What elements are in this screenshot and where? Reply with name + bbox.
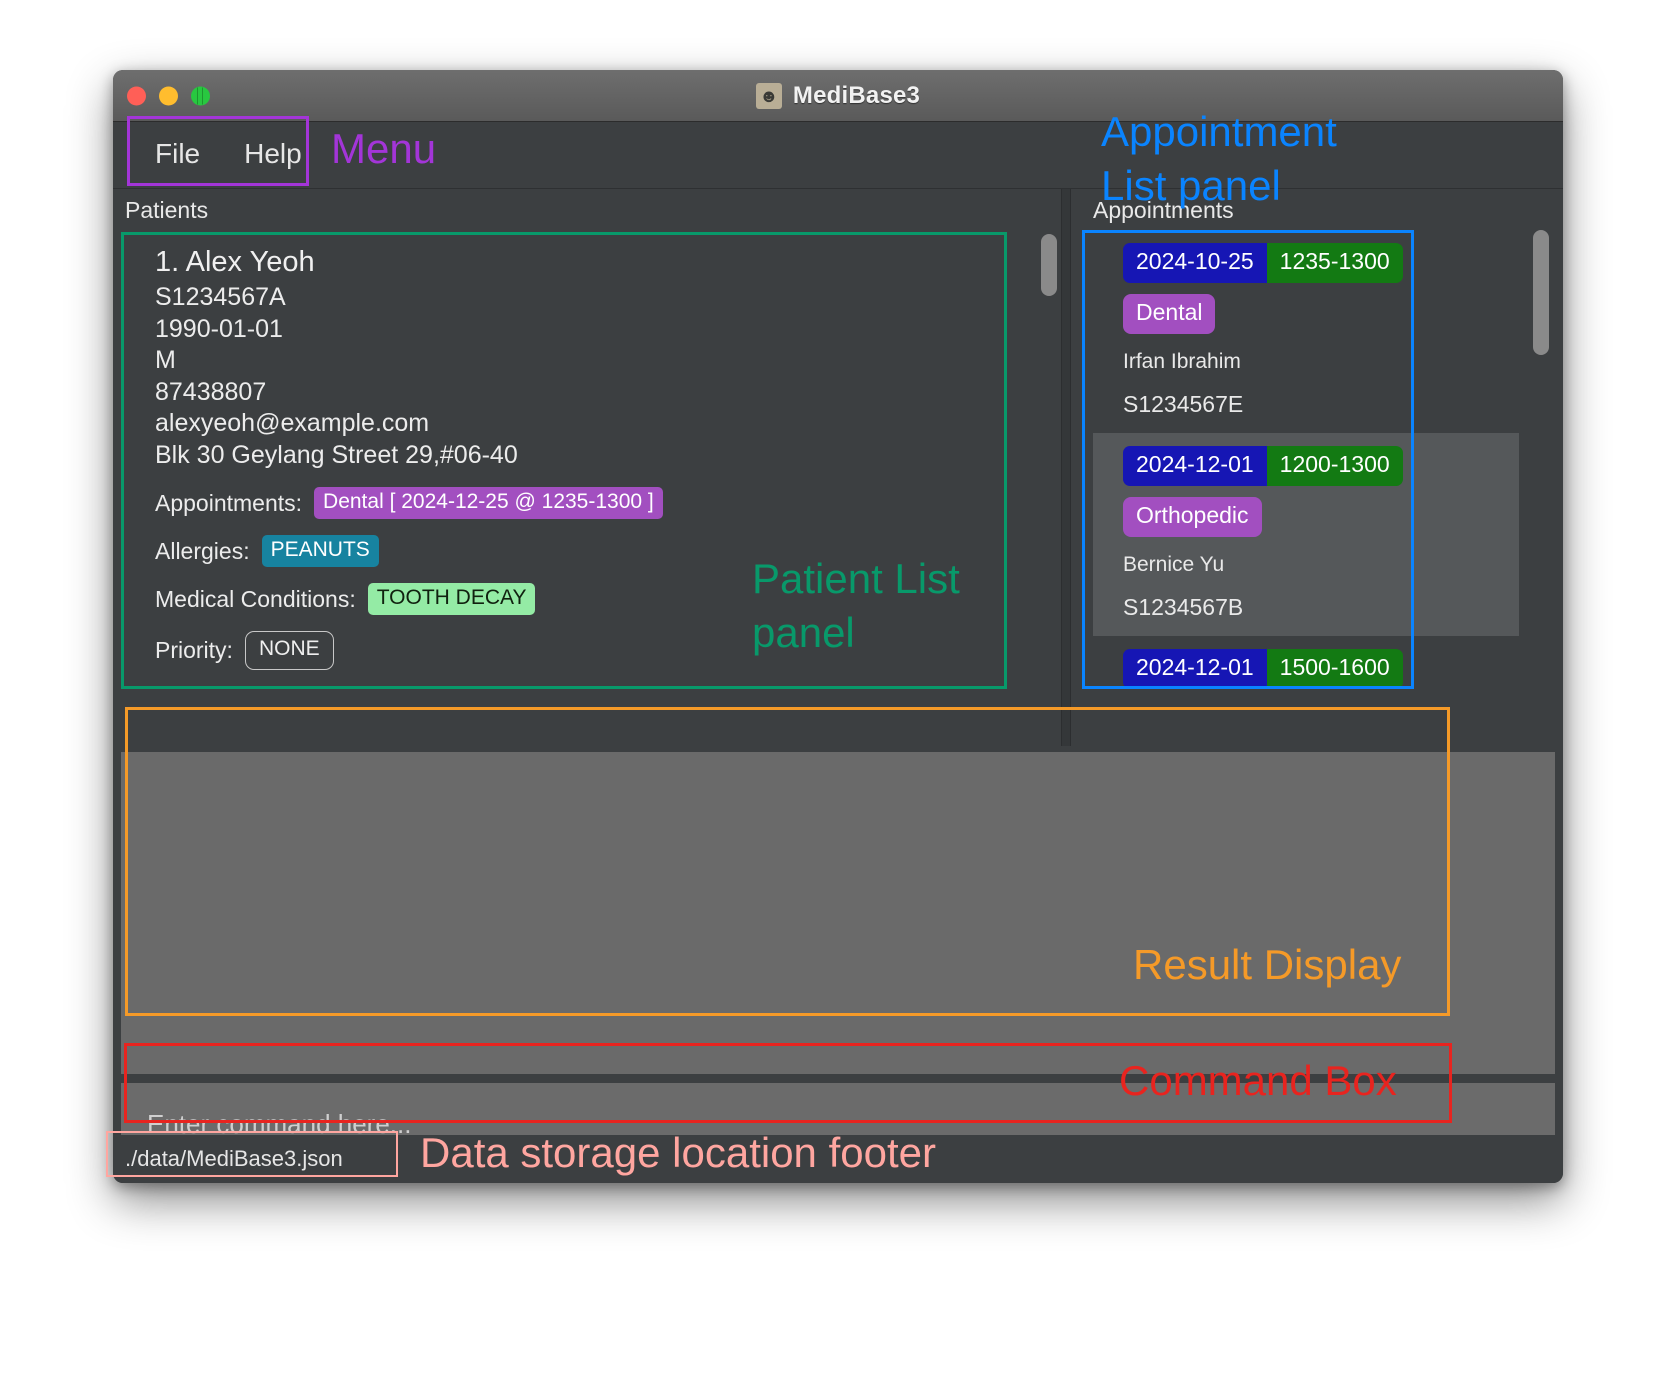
appointment-list-box[interactable]: 2024-10-25 1235-1300 Dental Irfan Ibrahi… bbox=[1093, 230, 1519, 693]
patient-list-box[interactable]: 1. Alex Yeoh S1234567A 1990-01-01 M 8743… bbox=[121, 230, 1021, 693]
allergy-chip: PEANUTS bbox=[261, 535, 379, 568]
appointment-items: 2024-10-25 1235-1300 Dental Irfan Ibrahi… bbox=[1093, 230, 1519, 693]
result-display bbox=[121, 752, 1555, 1074]
appointment-date-tag: 2024-12-01 bbox=[1123, 446, 1267, 486]
priority-chip: NONE bbox=[244, 631, 334, 670]
title-group: ☻ MediBase3 bbox=[755, 81, 921, 110]
menu-item-file[interactable]: File bbox=[133, 136, 222, 174]
appointment-nric: S1234567B bbox=[1123, 594, 1244, 620]
main-content: Patients 1. Alex Yeoh S1234567A 1990-01-… bbox=[113, 189, 1563, 746]
appointment-card[interactable]: 2024-12-01 1500-1600 bbox=[1093, 636, 1519, 693]
patient-priority-row: Priority: NONE bbox=[155, 631, 1021, 670]
patient-allergies-row: Allergies: PEANUTS bbox=[155, 535, 1021, 568]
priority-label: Priority: bbox=[155, 636, 233, 663]
appointments-label-header: Appointments bbox=[1093, 197, 1234, 223]
close-button[interactable] bbox=[127, 86, 146, 105]
appointment-card[interactable]: 2024-12-01 1200-1300 Orthopedic Bernice … bbox=[1093, 433, 1519, 636]
patient-phone: 87438807 bbox=[155, 377, 267, 406]
patients-label: Patients bbox=[125, 197, 209, 223]
patient-dob: 1990-01-01 bbox=[155, 314, 283, 343]
appointment-datetime-row: 2024-12-01 1200-1300 bbox=[1123, 446, 1519, 486]
appointment-date-tag: 2024-12-01 bbox=[1123, 649, 1267, 689]
status-footer: ./data/MediBase3.json bbox=[113, 1135, 1563, 1183]
menu-item-help[interactable]: Help bbox=[222, 136, 324, 174]
appointment-person: Irfan Ibrahim bbox=[1123, 350, 1241, 373]
appointment-list-panel: Appointments 2024-10-25 1235-1300 Dental… bbox=[1071, 189, 1563, 746]
patient-list-panel: Patients 1. Alex Yeoh S1234567A 1990-01-… bbox=[113, 189, 1061, 746]
patient-gender: M bbox=[155, 346, 176, 374]
window-controls bbox=[127, 86, 210, 105]
allergies-label: Allergies: bbox=[155, 537, 250, 564]
minimize-button[interactable] bbox=[159, 86, 178, 105]
patient-nric: S1234567A bbox=[155, 283, 286, 311]
appointment-time-tag: 1200-1300 bbox=[1266, 446, 1403, 486]
appointment-type-tag: Orthopedic bbox=[1123, 497, 1262, 537]
patient-name: 1. Alex Yeoh bbox=[155, 246, 315, 278]
pane-splitter[interactable] bbox=[1061, 189, 1071, 746]
patient-address: Blk 30 Geylang Street 29,#06-40 bbox=[155, 440, 518, 469]
app-window: ☻ MediBase3 File Help Patients 1. Alex Y… bbox=[113, 70, 1563, 1183]
appointment-chip: Dental [ 2024-12-25 @ 1235-1300 ] bbox=[314, 487, 663, 520]
patient-scrollbar[interactable] bbox=[1041, 222, 1059, 685]
appointment-type-tag: Dental bbox=[1123, 294, 1216, 334]
menu-bar: File Help bbox=[113, 122, 1563, 189]
data-storage-path: ./data/MediBase3.json bbox=[125, 1146, 343, 1171]
appointment-scrollbar[interactable] bbox=[1533, 222, 1551, 685]
app-title: MediBase3 bbox=[792, 81, 921, 109]
patient-appointments-row: Appointments: Dental [ 2024-12-25 @ 1235… bbox=[155, 487, 1021, 520]
title-bar: ☻ MediBase3 bbox=[113, 70, 1563, 122]
appointment-person: Bernice Yu bbox=[1123, 553, 1225, 576]
zoom-button[interactable] bbox=[191, 86, 210, 105]
appointment-card[interactable]: 2024-10-25 1235-1300 Dental Irfan Ibrahi… bbox=[1093, 230, 1519, 433]
contact-card-icon: ☻ bbox=[755, 82, 782, 109]
appointment-datetime-row: 2024-12-01 1500-1600 bbox=[1123, 649, 1519, 689]
appointment-datetime-row: 2024-10-25 1235-1300 bbox=[1123, 243, 1519, 283]
condition-chip: TOOTH DECAY bbox=[367, 583, 536, 616]
patient-conditions-row: Medical Conditions: TOOTH DECAY bbox=[155, 583, 1021, 616]
appointment-date-tag: 2024-10-25 bbox=[1123, 243, 1267, 283]
appointments-label: Appointments: bbox=[155, 489, 303, 516]
conditions-label: Medical Conditions: bbox=[155, 585, 356, 612]
appointment-time-tag: 1500-1600 bbox=[1266, 649, 1403, 689]
appointment-time-tag: 1235-1300 bbox=[1266, 243, 1403, 283]
patient-email: alexyeoh@example.com bbox=[155, 409, 430, 437]
appointment-nric: S1234567E bbox=[1123, 391, 1244, 417]
appointment-scrollbar-thumb[interactable] bbox=[1533, 230, 1549, 355]
patient-card[interactable]: 1. Alex Yeoh S1234567A 1990-01-01 M 8743… bbox=[121, 230, 1021, 670]
patient-scrollbar-thumb[interactable] bbox=[1041, 234, 1057, 296]
